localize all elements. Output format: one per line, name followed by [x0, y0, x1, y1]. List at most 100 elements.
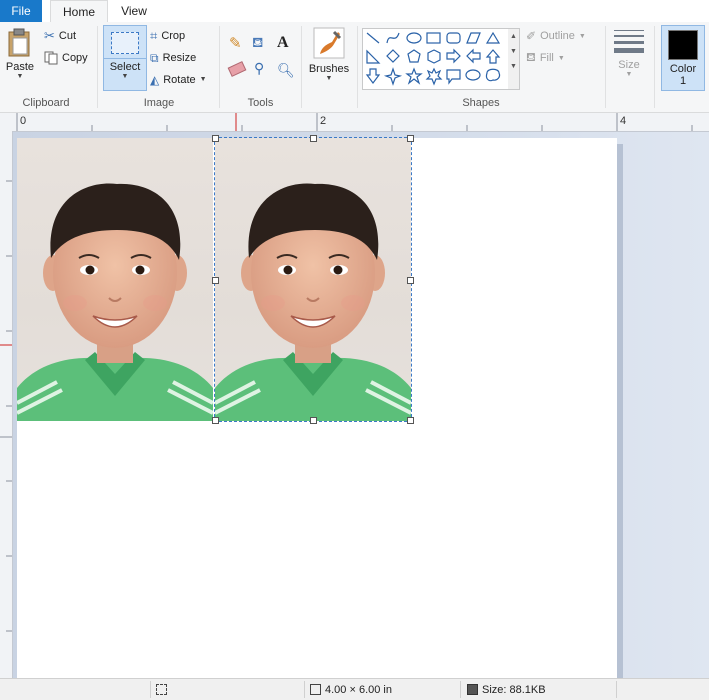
rotate-icon: ◭ [150, 73, 160, 87]
group-divider [654, 26, 655, 108]
tab-view[interactable]: View [112, 0, 156, 22]
resize-button[interactable]: ⧉ Resize [150, 48, 196, 68]
chevron-down-icon: ▼ [578, 32, 586, 40]
file-size: Size: 88.1KB [467, 679, 546, 700]
resize-handle-top-right[interactable] [407, 135, 414, 142]
fill-button[interactable]: ⛾ Fill ▼ [526, 48, 565, 68]
disk-icon [467, 684, 478, 695]
resize-icon: ⧉ [150, 50, 159, 65]
color1-button[interactable]: Color 1 [661, 25, 705, 91]
canvas-workspace[interactable] [13, 132, 709, 678]
chevron-down-icon: ▼ [625, 71, 633, 78]
rotate-button[interactable]: ◭ Rotate ▼ [150, 70, 207, 90]
canvas-size-icon [310, 684, 321, 695]
ruler-ticks [0, 180, 12, 632]
selection-icon [156, 684, 167, 695]
status-divider [304, 681, 305, 698]
outline-label: Outline [540, 30, 575, 42]
shapes-gallery-scrollbar[interactable]: ▲ ▼ ▼ [508, 28, 520, 90]
crop-label: Crop [161, 30, 186, 42]
file-size-text: Size: 88.1KB [482, 683, 546, 696]
copy-button[interactable]: Copy [44, 48, 88, 68]
drawing-canvas[interactable] [17, 135, 617, 678]
scissors-icon: ✂ [44, 28, 55, 43]
size-button[interactable]: Size ▼ [610, 28, 648, 79]
resize-label: Resize [162, 52, 197, 64]
image-dimensions: 4.00 × 6.00 in [310, 679, 392, 700]
image-dimensions-text: 4.00 × 6.00 in [325, 683, 392, 696]
shapes-grid-icon [365, 31, 501, 86]
ribbon-tab-bar: File Home View [0, 0, 709, 24]
status-divider [616, 681, 617, 698]
color-picker-icon[interactable]: ⚲ [254, 60, 264, 77]
resize-handle-left[interactable] [212, 277, 219, 284]
chevron-down-icon: ▼ [16, 73, 24, 80]
ruler-ticks [16, 113, 693, 131]
status-bar: 4.00 × 6.00 in Size: 88.1KB [0, 678, 709, 700]
brushes-label: Brushes [308, 63, 350, 75]
size-label: Size [618, 59, 640, 71]
color1-label: Color [669, 63, 697, 75]
color1-swatch [668, 30, 698, 60]
tab-home[interactable]: Home [50, 0, 108, 24]
chevron-up-icon: ▲ [510, 33, 517, 40]
cut-label: Cut [58, 30, 77, 42]
chevron-down-icon: ▼ [325, 75, 333, 82]
status-divider [150, 681, 151, 698]
paste-label: Paste [5, 61, 35, 73]
fill-bucket-icon: ⛾ [526, 50, 536, 64]
image-group-label: Image [143, 97, 175, 109]
clipboard-group-label: Clipboard [22, 97, 70, 109]
group-divider [97, 26, 98, 108]
group-divider [219, 26, 220, 108]
resize-handle-bottom-left[interactable] [212, 417, 219, 424]
shapes-group-label: Shapes [462, 97, 500, 109]
tools-group-label: Tools [247, 97, 274, 109]
line-size-icon [614, 30, 644, 53]
eraser-icon[interactable] [227, 61, 247, 77]
chevron-down-icon: ▼ [121, 73, 129, 80]
ruler-label-4: 4 [620, 115, 627, 127]
resize-handle-top-left[interactable] [212, 135, 219, 142]
resize-handle-top[interactable] [310, 135, 317, 142]
pencil-icon[interactable]: ✎ [229, 34, 242, 52]
group-divider [301, 26, 302, 108]
resize-handle-right[interactable] [407, 277, 414, 284]
rotate-label: Rotate [163, 74, 196, 86]
ruler-label-0: 0 [20, 115, 27, 127]
vertical-ruler [0, 131, 13, 678]
chevron-down-icon: ▼ [510, 48, 517, 55]
child-portrait-photo [17, 138, 213, 421]
paste-button[interactable]: Paste ▼ [4, 28, 36, 81]
brush-icon [313, 27, 345, 59]
copy-label: Copy [62, 52, 88, 64]
tab-file[interactable]: File [0, 0, 42, 22]
group-divider [605, 26, 606, 108]
text-icon[interactable]: A [277, 34, 289, 52]
shapes-gallery[interactable] [362, 28, 510, 90]
crop-icon: ⌗ [150, 28, 158, 43]
selection-marquee[interactable] [212, 135, 414, 424]
paste-icon [8, 28, 30, 57]
brushes-button[interactable]: Brushes ▼ [306, 26, 352, 83]
ribbon: Paste ▼ ✂ Cut Copy Clipboard Select ▼ ⌗ … [0, 22, 709, 113]
fill-bucket-icon[interactable]: ⛾ [252, 34, 263, 53]
magnifier-icon[interactable]: 🔍︎ [277, 62, 295, 79]
select-rectangle-icon [111, 32, 139, 54]
cut-button[interactable]: ✂ Cut [44, 26, 76, 46]
crop-button[interactable]: ⌗ Crop [150, 26, 185, 46]
outline-button[interactable]: ✐ Outline ▼ [526, 26, 586, 46]
horizontal-ruler: 0 2 4 [0, 113, 709, 132]
select-label: Select [109, 61, 141, 73]
resize-handle-bottom[interactable] [310, 417, 317, 424]
canvas-shadow [617, 144, 623, 678]
resize-handle-bottom-right[interactable] [407, 417, 414, 424]
ruler-label-2: 2 [320, 115, 327, 127]
expand-gallery-icon: ▼ [510, 63, 517, 70]
status-divider [460, 681, 461, 698]
color1-number: 1 [679, 75, 687, 87]
select-button[interactable]: Select ▼ [103, 25, 147, 91]
copy-icon [44, 51, 58, 65]
fill-label: Fill [539, 52, 554, 64]
outline-brush-icon: ✐ [526, 29, 537, 43]
